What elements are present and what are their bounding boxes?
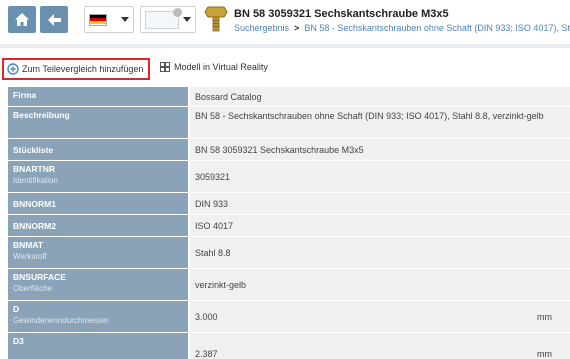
property-subtitle: Werkstoff (13, 252, 47, 261)
property-name: Firma (13, 90, 37, 100)
property-key: Beschreibung (8, 107, 190, 138)
chevron-down-icon (183, 17, 191, 22)
property-subtitle: Gewindenenndurchmesser (13, 316, 109, 325)
property-key: BNSURFACE Oberfläche (8, 269, 190, 300)
table-row: D3 2.387 mm (8, 333, 570, 359)
breadcrumb-separator: > (294, 23, 300, 33)
table-row: BNNORM1 DIN 933 (8, 193, 570, 215)
compare-add-icon (7, 63, 19, 75)
property-name: Stückliste (13, 144, 54, 155)
catalog-logo-icon (145, 7, 182, 29)
property-value-text: 3.000 (195, 311, 218, 322)
property-unit: mm (537, 311, 552, 322)
property-value: 3.000 mm (190, 301, 570, 332)
property-value: 2.387 mm (190, 333, 570, 359)
table-row: Beschreibung BN 58 - Sechskantschrauben … (8, 107, 570, 139)
property-value: 3059321 (190, 161, 570, 192)
page-title: BN 58 3059321 Sechskantschraube M3x5 (234, 8, 449, 20)
property-value: Stahl 8.8 (190, 237, 570, 268)
table-row: Firma Bossard Catalog (8, 87, 570, 107)
property-name: D3 (13, 336, 24, 346)
property-value: BN 58 - Sechskantschrauben ohne Schaft (… (190, 107, 570, 138)
property-subtitle: Oberfläche (13, 284, 53, 293)
home-icon (15, 13, 29, 26)
arrow-left-icon (47, 13, 61, 26)
add-to-compare-button[interactable]: Zum Teilevergleich hinzufügen (2, 58, 151, 80)
property-value: verzinkt-gelb (190, 269, 570, 300)
property-key: BNNORM2 (8, 215, 190, 236)
property-name: BNNORM2 (13, 220, 56, 231)
screw-thumbnail (202, 4, 230, 34)
property-key: Stückliste (8, 139, 190, 160)
property-name: BNSURFACE (13, 272, 66, 282)
table-row: BNSURFACE Oberfläche verzinkt-gelb (8, 269, 570, 301)
property-key: D3 (8, 333, 190, 359)
table-row: BNARTNR Identifikation 3059321 (8, 161, 570, 193)
header-divider (0, 44, 570, 48)
property-key: BNMAT Werkstoff (8, 237, 190, 268)
top-toolbar: BN 58 3059321 Sechskantschraube M3x5 Suc… (0, 0, 570, 38)
home-button[interactable] (8, 6, 36, 33)
breadcrumb: Suchergebnis > BN 58 - Sechskantschrauben … (234, 23, 570, 33)
breadcrumb-current[interactable]: BN 58 - Sechskantschrauben ohne Schaft (… (304, 23, 570, 33)
property-value: Bossard Catalog (190, 87, 570, 106)
vr-model-link[interactable]: Modell in Virtual Reality (160, 62, 268, 72)
catalog-select[interactable] (140, 6, 196, 33)
table-row: Stückliste BN 58 3059321 Sechskantschrau… (8, 139, 570, 161)
property-name: D (13, 304, 20, 314)
vr-model-label: Modell in Virtual Reality (174, 62, 268, 72)
property-value: ISO 4017 (190, 215, 570, 236)
property-value: DIN 933 (190, 193, 570, 214)
add-to-compare-label: Zum Teilevergleich hinzufügen (22, 64, 144, 74)
property-name: BNARTNR (13, 164, 56, 174)
property-key: Firma (8, 87, 190, 106)
property-key: BNARTNR Identifikation (8, 161, 190, 192)
hex-screw-icon (204, 6, 228, 32)
property-value-text: 2.387 (195, 349, 218, 359)
breadcrumb-root[interactable]: Suchergebnis (234, 23, 289, 33)
chevron-down-icon (121, 17, 129, 22)
property-name: BNNORM1 (13, 198, 56, 209)
table-row: BNMAT Werkstoff Stahl 8.8 (8, 237, 570, 269)
property-value: BN 58 3059321 Sechskantschraube M3x5 (190, 139, 570, 160)
property-name: Beschreibung (13, 110, 70, 120)
properties-table: Firma Bossard Catalog Beschreibung BN 58… (8, 87, 570, 359)
back-button[interactable] (40, 6, 68, 33)
property-key: BNNORM1 (8, 193, 190, 214)
property-subtitle: Identifikation (13, 176, 58, 185)
property-unit: mm (537, 349, 552, 359)
vr-grid-icon (160, 62, 170, 72)
property-name: BNMAT (13, 240, 44, 250)
table-row: D Gewindenenndurchmesser 3.000 mm (8, 301, 570, 333)
table-row: BNNORM2 ISO 4017 (8, 215, 570, 237)
language-select[interactable] (84, 6, 134, 33)
germany-flag-icon (89, 13, 107, 26)
property-key: D Gewindenenndurchmesser (8, 301, 190, 332)
